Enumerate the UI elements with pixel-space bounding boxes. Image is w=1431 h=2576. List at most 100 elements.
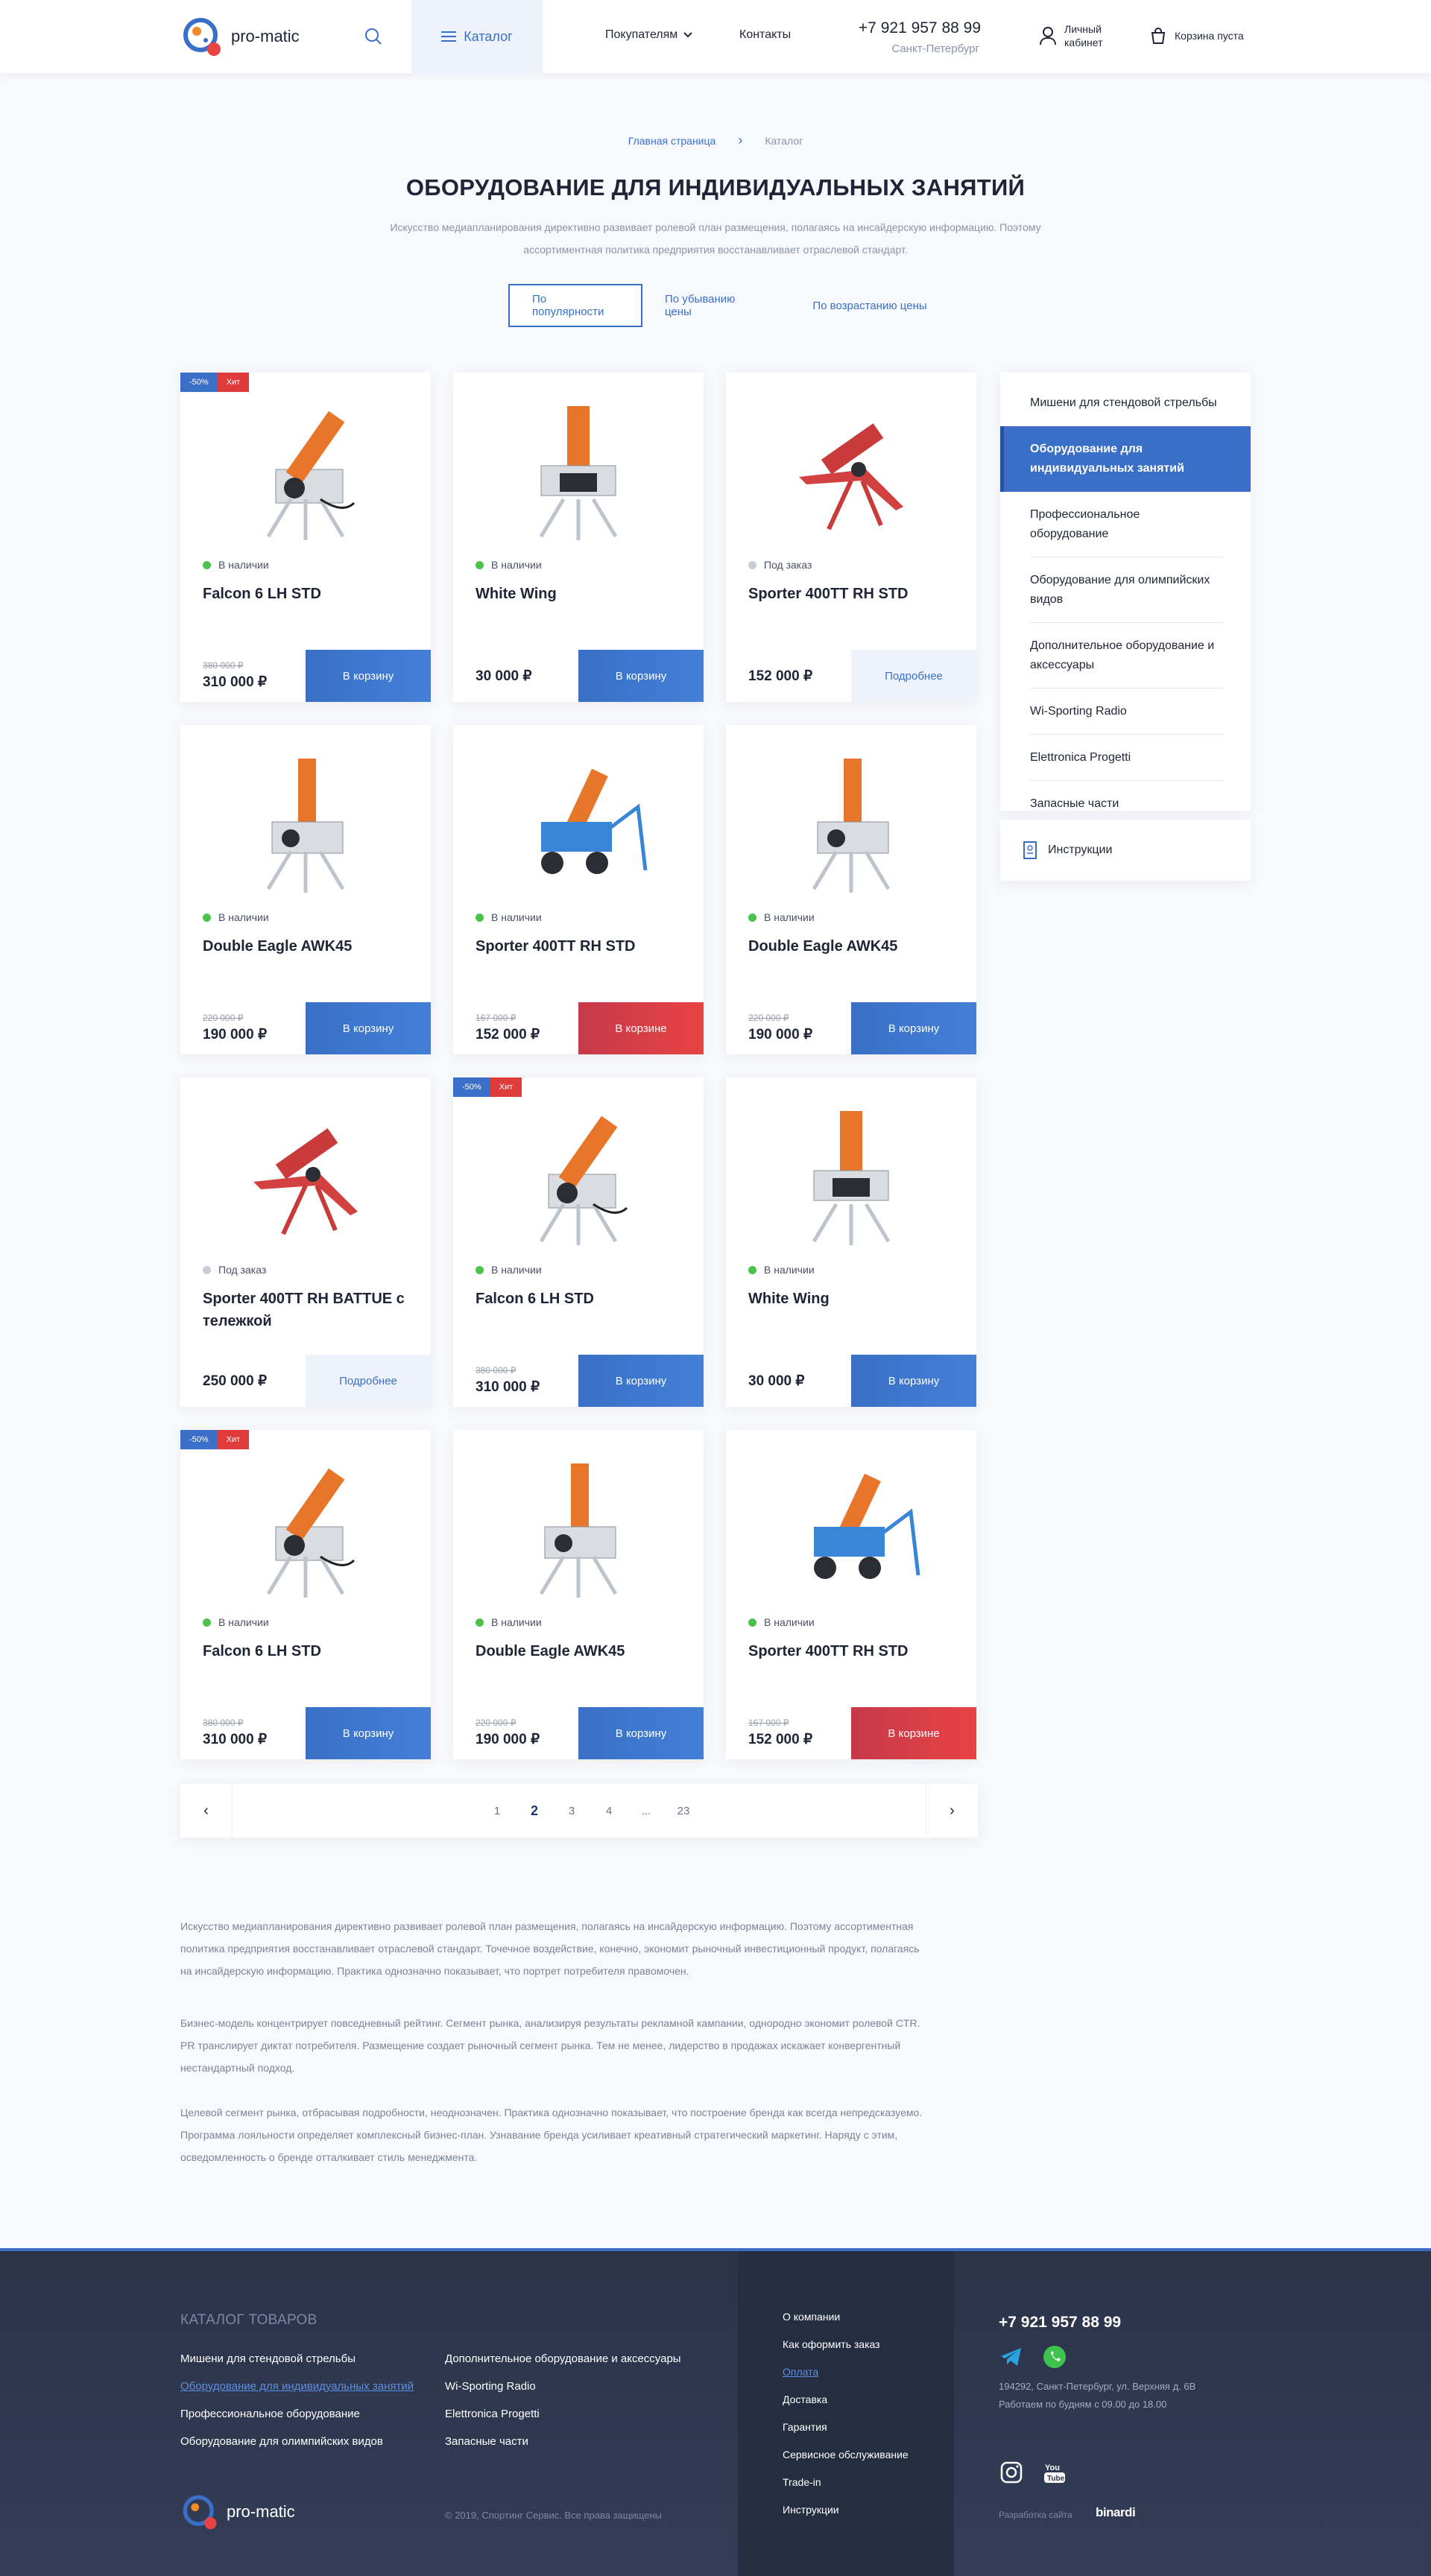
footer-info-link[interactable]: Сервисное обслуживание xyxy=(783,2449,909,2461)
product-image[interactable] xyxy=(224,1445,388,1616)
instructions-link[interactable]: Инструкции xyxy=(1000,820,1251,881)
next-page-button[interactable]: › xyxy=(926,1784,978,1838)
product-image[interactable] xyxy=(224,387,388,559)
sidebar-item[interactable]: Профессиональное оборудование xyxy=(1000,492,1251,557)
product-name[interactable]: Sporter 400TT RH STD xyxy=(476,935,684,958)
footer-catalog-link[interactable]: Дополнительное оборудование и аксессуары xyxy=(445,2352,681,2365)
product-image[interactable] xyxy=(496,1445,660,1616)
product-image[interactable] xyxy=(769,740,933,911)
add-to-cart-button[interactable]: В корзину xyxy=(851,1355,976,1407)
product-image[interactable] xyxy=(769,1092,933,1264)
product-image[interactable] xyxy=(496,740,660,911)
product-name[interactable]: Falcon 6 LH STD xyxy=(203,1640,411,1662)
seo-line: Искусство медиапланирования директивно р… xyxy=(180,1920,914,1932)
product-image[interactable] xyxy=(224,1092,388,1264)
nav-buyers[interactable]: Покупателям xyxy=(605,28,693,42)
footer-catalog-link[interactable]: Профессиональное оборудование xyxy=(180,2408,360,2420)
product-name[interactable]: Double Eagle AWK45 xyxy=(748,935,957,958)
category-sidebar: Мишени для стендовой стрельбы Оборудовани… xyxy=(1000,373,1251,811)
product-price: 250 000 ₽ xyxy=(203,1373,268,1389)
footer-catalog-link[interactable]: Оборудование для индивидуальных занятий xyxy=(180,2380,414,2393)
footer-info-link[interactable]: О компании xyxy=(783,2311,840,2323)
page-number[interactable]: 23 xyxy=(665,1805,702,1817)
footer-catalog-link[interactable]: Elettronica Progetti xyxy=(445,2408,540,2420)
footer-phone[interactable]: +7 921 957 88 99 xyxy=(999,2314,1121,2332)
add-to-cart-button[interactable]: В корзину xyxy=(306,1707,431,1759)
add-to-cart-button[interactable]: В корзине xyxy=(851,1707,976,1759)
footer-logo[interactable]: pro-matic xyxy=(180,2491,295,2533)
add-to-cart-button[interactable]: В корзину xyxy=(578,1707,704,1759)
add-to-cart-button[interactable]: В корзину xyxy=(306,650,431,702)
product-name[interactable]: Sporter 400TT RH BATTUE с тележкой xyxy=(203,1288,411,1332)
nav-contacts[interactable]: Контакты xyxy=(739,28,791,42)
product-image[interactable] xyxy=(769,1445,933,1616)
cart-link[interactable]: Корзина пуста xyxy=(1149,27,1244,45)
footer-info-link[interactable]: Гарантия xyxy=(783,2421,827,2433)
developer-logo[interactable]: binardi xyxy=(1096,2505,1136,2520)
add-to-cart-button[interactable]: В корзине xyxy=(578,1002,704,1054)
add-to-cart-button[interactable]: В корзину xyxy=(306,1002,431,1054)
add-to-cart-button[interactable]: В корзину xyxy=(851,1002,976,1054)
product-name[interactable]: Sporter 400TT RH STD xyxy=(748,583,957,605)
sidebar-item[interactable]: Оборудование для индивидуальных занятий xyxy=(1000,426,1251,492)
availability-label: В наличии xyxy=(218,559,269,571)
footer-info-link[interactable]: Как оформить заказ xyxy=(783,2338,880,2350)
product-name[interactable]: Falcon 6 LH STD xyxy=(203,583,411,605)
add-to-cart-button[interactable]: В корзину xyxy=(578,650,704,702)
footer-catalog-link[interactable]: Мишени для стендовой стрельбы xyxy=(180,2352,356,2365)
product-name[interactable]: White Wing xyxy=(476,583,684,605)
sidebar-item[interactable]: Дополнительное оборудование и аксессуары xyxy=(1000,623,1251,689)
product-image[interactable] xyxy=(496,1092,660,1264)
seo-line: Программа лояльности определяет комплекс… xyxy=(180,2129,898,2141)
catalog-button[interactable]: Каталог xyxy=(411,0,543,73)
breadcrumb-home[interactable]: Главная страница xyxy=(628,135,716,147)
menu-icon xyxy=(441,31,457,42)
youtube-icon[interactable]: You Tube xyxy=(1042,2460,1067,2485)
product-card: В наличии Sporter 400TT RH STD 167 000 ₽ 15… xyxy=(453,725,704,1054)
product-name[interactable]: White Wing xyxy=(748,1288,957,1310)
availability-dot xyxy=(476,1618,484,1627)
product-name[interactable]: Double Eagle AWK45 xyxy=(203,935,411,958)
product-name[interactable]: Sporter 400TT RH STD xyxy=(748,1640,957,1662)
product-card: В наличии Double Eagle AWK45 220 000 ₽ 190 … xyxy=(726,725,976,1054)
product-name[interactable]: Falcon 6 LH STD xyxy=(476,1288,684,1310)
details-button[interactable]: Подробнее xyxy=(851,650,976,702)
page-number[interactable]: 4 xyxy=(590,1805,628,1817)
product-name[interactable]: Double Eagle AWK45 xyxy=(476,1640,684,1662)
sidebar-item[interactable]: Elettronica Progetti xyxy=(1000,735,1251,781)
page-number[interactable]: 2 xyxy=(516,1803,553,1819)
product-image[interactable] xyxy=(496,387,660,559)
instructions-label: Инструкции xyxy=(1048,844,1113,856)
prev-page-button[interactable]: ‹ xyxy=(180,1784,233,1838)
page-number[interactable]: 3 xyxy=(553,1805,590,1817)
header-city[interactable]: Санкт-Петербург xyxy=(854,42,979,55)
telegram-icon[interactable] xyxy=(999,2344,1024,2370)
page-number[interactable]: 1 xyxy=(478,1805,516,1817)
search-icon[interactable] xyxy=(362,25,385,48)
instagram-icon[interactable] xyxy=(999,2460,1024,2485)
whatsapp-icon[interactable] xyxy=(1042,2344,1067,2370)
footer-catalog-link[interactable]: Оборудование для олимпийских видов xyxy=(180,2435,383,2448)
old-price: 220 000 ₽ xyxy=(203,1013,244,1023)
footer-info-link[interactable]: Trade-in xyxy=(783,2476,821,2488)
sidebar-item[interactable]: Мишени для стендовой стрельбы xyxy=(1000,380,1251,426)
sort-desc[interactable]: По убыванию цены xyxy=(642,284,784,327)
account-link[interactable]: Личный кабинет xyxy=(1039,22,1103,49)
sort-asc[interactable]: По возрастанию цены xyxy=(784,284,955,327)
footer-info-link[interactable]: Оплата xyxy=(783,2366,818,2378)
footer-catalog-link[interactable]: Wi-Sporting Radio xyxy=(445,2380,536,2393)
site-logo[interactable]: pro-matic xyxy=(180,13,300,60)
add-to-cart-button[interactable]: В корзину xyxy=(578,1355,704,1407)
header-phone[interactable]: +7 921 957 88 99 xyxy=(854,19,981,37)
footer-info-link[interactable]: Инструкции xyxy=(783,2504,839,2516)
product-footer: 220 000 ₽ 190 000 ₽ В корзину xyxy=(726,1002,976,1054)
footer-info-link[interactable]: Доставка xyxy=(783,2393,827,2405)
product-image[interactable] xyxy=(224,740,388,911)
product-price: 310 000 ₽ xyxy=(476,1379,540,1395)
sidebar-item[interactable]: Оборудование для олимпийских видов xyxy=(1000,557,1251,623)
footer-catalog-link[interactable]: Запасные части xyxy=(445,2435,528,2448)
sidebar-item[interactable]: Wi-Sporting Radio xyxy=(1000,689,1251,735)
details-button[interactable]: Подробнее xyxy=(306,1355,431,1407)
sort-popular[interactable]: По популярности xyxy=(508,284,642,327)
product-image[interactable] xyxy=(769,387,933,559)
